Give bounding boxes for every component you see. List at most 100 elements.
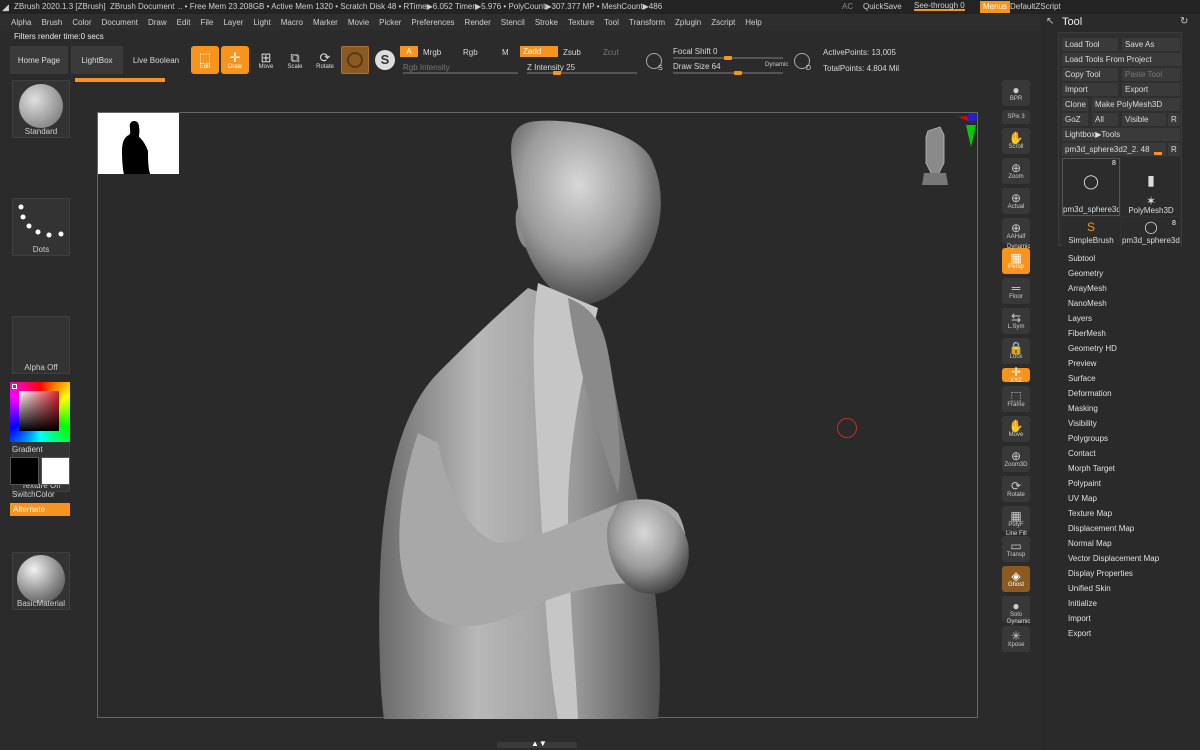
tool-section-unified-skin[interactable]: Unified Skin [1068, 584, 1111, 593]
menu-preferences[interactable]: Preferences [406, 18, 459, 27]
color-square[interactable] [19, 391, 59, 431]
subtool-count-knob[interactable] [1154, 152, 1162, 155]
gradient-label[interactable]: Gradient [12, 445, 43, 454]
rotate-button[interactable]: ⟳ Rotate [311, 46, 339, 74]
shelf-zoom[interactable]: ⊕ Zoom [1002, 158, 1030, 184]
material-thumbnail[interactable]: BasicMaterial [12, 552, 70, 610]
alpha-thumbnail[interactable]: Alpha Off [12, 316, 70, 374]
menu-movie[interactable]: Movie [343, 18, 374, 27]
m-toggle[interactable]: M [502, 48, 509, 57]
shelf-ghost[interactable]: ◈ Ghost [1002, 566, 1030, 592]
tool-btn-goz[interactable]: GoZ [1062, 113, 1088, 126]
menu-alpha[interactable]: Alpha [6, 18, 36, 27]
tool-section-contact[interactable]: Contact [1068, 449, 1096, 458]
tool-btn-lightbox-tools[interactable]: Lightbox▶Tools [1062, 128, 1180, 141]
stroke-thumbnail[interactable]: Dots [12, 198, 70, 256]
menu-texture[interactable]: Texture [563, 18, 599, 27]
tool-section-subtool[interactable]: Subtool [1068, 254, 1095, 263]
lightbox-button[interactable]: LightBox [71, 46, 123, 74]
tool-btn-copy-tool[interactable]: Copy Tool [1062, 68, 1118, 81]
tool-btn-import[interactable]: Import [1062, 83, 1118, 96]
secondary-color-swatch[interactable] [10, 457, 39, 485]
tool-section-displacement-map[interactable]: Displacement Map [1068, 524, 1134, 533]
tool-menu-icon[interactable]: ↖ [1046, 16, 1054, 27]
focal-shift-slider[interactable] [673, 56, 783, 60]
tool-section-vector-displacement-map[interactable]: Vector Displacement Map [1068, 554, 1159, 563]
zadd-toggle[interactable]: Zadd [520, 46, 558, 57]
tool-btn-visible[interactable]: Visible [1122, 113, 1166, 126]
menu-picker[interactable]: Picker [374, 18, 406, 27]
shelf-bpr[interactable]: ● BPR [1002, 80, 1030, 106]
document-canvas[interactable] [97, 112, 978, 719]
draw-size-knob[interactable] [734, 71, 743, 75]
menu-stencil[interactable]: Stencil [496, 18, 530, 27]
rgb-intensity-slider[interactable] [403, 72, 518, 74]
menu-tool[interactable]: Tool [599, 18, 624, 27]
alternate-button[interactable]: Alternate [10, 503, 70, 516]
tool-section-polygroups[interactable]: Polygroups [1068, 434, 1108, 443]
seethrough-slider[interactable]: See-through 0 [914, 0, 965, 11]
tool-btn-save-as[interactable]: Save As [1122, 38, 1180, 51]
dynamic-toggle[interactable]: Dynamic [765, 62, 788, 68]
menu-zplugin[interactable]: Zplugin [670, 18, 706, 27]
menus-button[interactable]: Menus [980, 1, 1011, 13]
tool-section-deformation[interactable]: Deformation [1068, 389, 1112, 398]
navigation-head-gizmo[interactable] [918, 113, 978, 193]
subtool-thumb-3[interactable]: S SimpleBrush [1062, 218, 1120, 246]
shelf-scroll[interactable]: ✋ Scroll [1002, 128, 1030, 154]
tool-section-export[interactable]: Export [1068, 629, 1091, 638]
tool-section-polypaint[interactable]: Polypaint [1068, 479, 1101, 488]
menu-color[interactable]: Color [67, 18, 96, 27]
menu-render[interactable]: Render [460, 18, 496, 27]
tool-section-morph-target[interactable]: Morph Target [1068, 464, 1115, 473]
draw-size-slider[interactable] [673, 71, 783, 75]
shelf-zoom3d[interactable]: ⊕ Zoom3D [1002, 446, 1030, 472]
a-toggle[interactable]: A [400, 46, 418, 57]
color-picker[interactable] [10, 382, 70, 442]
brush-preview-button[interactable] [341, 46, 369, 74]
move-button[interactable]: ⊞ Move [252, 46, 280, 74]
tool-section-masking[interactable]: Masking [1068, 404, 1098, 413]
edit-button[interactable]: ⬚ Edit [191, 46, 219, 74]
menu-file[interactable]: File [195, 18, 218, 27]
primary-color-swatch[interactable] [41, 457, 70, 485]
menu-macro[interactable]: Macro [276, 18, 308, 27]
shelf-move[interactable]: ✋ Move [1002, 416, 1030, 442]
shelf-floor[interactable]: ═ Floor [1002, 278, 1030, 304]
tool-refresh-icon[interactable]: ↻ [1180, 16, 1188, 27]
bottom-tray-handle[interactable]: ▲▼ [497, 739, 577, 748]
menu-zscript[interactable]: Zscript [706, 18, 740, 27]
tool-btn-r[interactable]: R [1168, 113, 1180, 126]
shelf-transp[interactable]: ▭ Transp [1002, 536, 1030, 562]
tool-section-display-properties[interactable]: Display Properties [1068, 569, 1133, 578]
shelf-lock[interactable]: 🔒 Lock [1002, 338, 1030, 364]
focal-shift-knob[interactable] [724, 56, 732, 60]
shelf-xyz[interactable]: ✛ XYZ [1002, 366, 1030, 384]
ac-label[interactable]: AC [842, 0, 853, 14]
tool-btn-all[interactable]: All [1092, 113, 1118, 126]
tool-section-fibermesh[interactable]: FiberMesh [1068, 329, 1106, 338]
tool-section-uv-map[interactable]: UV Map [1068, 494, 1097, 503]
menu-marker[interactable]: Marker [308, 18, 343, 27]
menu-light[interactable]: Light [248, 18, 275, 27]
brush-thumbnail[interactable]: Standard [12, 80, 70, 138]
tool-btn-load-tools-from-project[interactable]: Load Tools From Project [1062, 53, 1182, 66]
tool-section-geometry[interactable]: Geometry [1068, 269, 1103, 278]
shelf-actual[interactable]: ⊕ Actual [1002, 188, 1030, 214]
tool-section-import[interactable]: Import [1068, 614, 1091, 623]
tool-section-geometry-hd[interactable]: Geometry HD [1068, 344, 1117, 353]
menu-draw[interactable]: Draw [143, 18, 172, 27]
shelf-frame[interactable]: ⬚ Frame [1002, 386, 1030, 412]
tool-section-initialize[interactable]: Initialize [1068, 599, 1097, 608]
shelf-spix-3[interactable]: SPix 3 [1002, 110, 1030, 124]
tool-section-normal-map[interactable]: Normal Map [1068, 539, 1112, 548]
tool-section-nanomesh[interactable]: NanoMesh [1068, 299, 1107, 308]
tool-section-preview[interactable]: Preview [1068, 359, 1096, 368]
draw-button[interactable]: ✛ Draw [221, 46, 249, 74]
shelf-l-sym[interactable]: ⇆ L.Sym [1002, 308, 1030, 334]
menu-stroke[interactable]: Stroke [530, 18, 563, 27]
tool-section-visibility[interactable]: Visibility [1068, 419, 1097, 428]
home-page-button[interactable]: Home Page [10, 46, 68, 74]
shelf-rotate[interactable]: ⟳ Rotate [1002, 476, 1030, 502]
menu-brush[interactable]: Brush [36, 18, 67, 27]
